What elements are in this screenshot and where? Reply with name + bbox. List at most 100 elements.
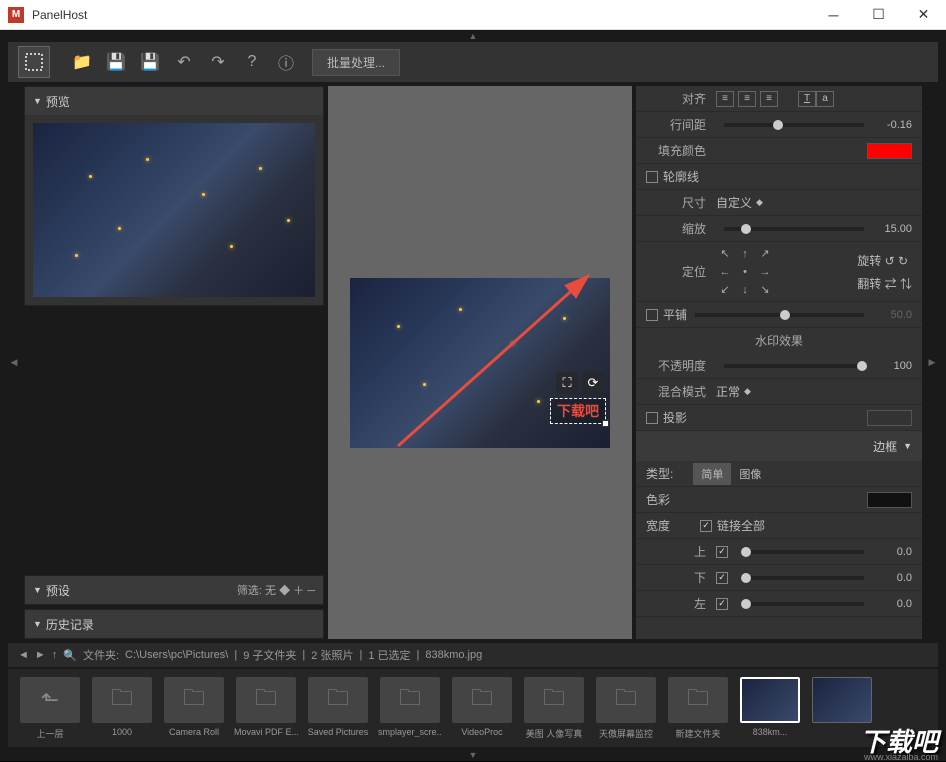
pos-sw[interactable]: ↙	[716, 282, 734, 298]
save-as-icon[interactable]: 💾	[134, 46, 166, 78]
size-row: 尺寸 自定义◆	[636, 190, 922, 216]
open-folder-icon[interactable]: 📁	[66, 46, 98, 78]
tile-value: 50.0	[872, 309, 912, 321]
opacity-value: 100	[872, 360, 912, 372]
opacity-label: 不透明度	[646, 357, 706, 374]
blend-value[interactable]: 正常	[716, 383, 740, 400]
info-icon[interactable]: ⓘ	[270, 46, 302, 78]
rotate-ccw-icon[interactable]: ↺	[885, 254, 895, 268]
pos-nw[interactable]: ↖	[716, 246, 734, 262]
pos-e[interactable]: →	[756, 264, 774, 280]
pos-ne[interactable]: ↗	[756, 246, 774, 262]
thumb-item[interactable]: ⬑上一层	[16, 673, 84, 743]
rotate-label: 旋转	[857, 254, 881, 268]
pos-n[interactable]: ↑	[736, 246, 754, 262]
thumb-item[interactable]: 🗀美图 人像写真	[520, 673, 588, 743]
border-top-checkbox[interactable]: ✓	[716, 546, 728, 558]
align-right-button[interactable]: ≡	[760, 91, 778, 107]
caret-down-icon: ▼	[33, 96, 42, 106]
thumb-item[interactable]: 🗀Saved Pictures	[304, 673, 372, 743]
collapse-left-icon[interactable]: ◀	[8, 86, 20, 639]
flip-h-icon[interactable]: ⇄	[885, 277, 897, 291]
minimize-button[interactable]: ─	[811, 0, 856, 29]
nav-up-icon[interactable]: ↑	[52, 649, 58, 661]
close-button[interactable]: ✕	[901, 0, 946, 29]
type-image-tab[interactable]: 图像	[731, 463, 769, 485]
search-icon[interactable]: 🔍	[63, 649, 77, 662]
preset-header[interactable]: ▼ 预设 筛选: 无 ◆ ＋ ─	[25, 576, 323, 604]
border-left-label: 左	[646, 595, 706, 612]
undo-icon[interactable]: ↶	[168, 46, 200, 78]
border-left-checkbox[interactable]: ✓	[716, 598, 728, 610]
scale-slider[interactable]	[724, 227, 864, 231]
border-top-slider[interactable]	[741, 550, 864, 554]
border-bottom-row: 下 ✓ 0.0	[636, 565, 922, 591]
thumb-item[interactable]: 🗀天傲屏幕监控	[592, 673, 660, 743]
fillcolor-swatch[interactable]	[867, 143, 912, 159]
border-top-row: 上 ✓ 0.0	[636, 539, 922, 565]
text-style-button[interactable]: a	[816, 91, 834, 107]
save-icon[interactable]: 💾	[100, 46, 132, 78]
linespacing-label: 行间距	[646, 116, 706, 133]
history-header[interactable]: ▼ 历史记录	[25, 610, 323, 638]
shadow-checkbox[interactable]	[646, 412, 658, 424]
position-row: 定位 ↖↑↗ ←•→ ↙↓↘ 旋转 ↺ ↻ 翻转 ⇄ ⇅	[636, 242, 922, 302]
statusbar: ◄ ► ↑ 🔍 文件夹: C:\Users\pc\Pictures\ |9 子文…	[8, 643, 938, 667]
redo-icon[interactable]: ↷	[202, 46, 234, 78]
outline-checkbox[interactable]	[646, 171, 658, 183]
border-header[interactable]: 边框 ▼	[636, 431, 922, 461]
thumb-item[interactable]: 🗀Movavi PDF E...	[232, 673, 300, 743]
nav-fwd-icon[interactable]: ►	[35, 649, 46, 661]
shadow-swatch[interactable]	[867, 410, 912, 426]
pos-se[interactable]: ↘	[756, 282, 774, 298]
border-bottom-slider[interactable]	[741, 576, 864, 580]
flip-v-icon[interactable]: ⇅	[900, 277, 912, 291]
logo-button[interactable]	[18, 46, 50, 78]
filter-label: 筛选: 无 ◆ ＋ ─	[237, 582, 315, 598]
opacity-slider[interactable]	[724, 364, 864, 368]
photo-count: 2 张照片	[311, 647, 353, 663]
pos-c[interactable]: •	[736, 264, 754, 280]
position-grid: ↖↑↗ ←•→ ↙↓↘	[716, 246, 774, 298]
tile-label: 平铺	[663, 306, 687, 323]
scale-value: 15.00	[872, 223, 912, 235]
thumb-item[interactable]: 🗀1000	[88, 673, 156, 743]
text-transform-button[interactable]: T	[798, 91, 816, 107]
rotate-cw-icon[interactable]: ↻	[898, 254, 908, 268]
thumb-item[interactable]: 🗀VideoProc	[448, 673, 516, 743]
nav-back-icon[interactable]: ◄	[18, 649, 29, 661]
scale-row: 缩放 15.00	[636, 216, 922, 242]
pos-s[interactable]: ↓	[736, 282, 754, 298]
bordercolor-swatch[interactable]	[867, 492, 912, 508]
help-icon[interactable]: ?	[236, 46, 268, 78]
thumb-item[interactable]: 838km...	[736, 673, 804, 743]
maximize-button[interactable]: ☐	[856, 0, 901, 29]
tile-slider[interactable]	[695, 313, 864, 317]
preset-label: 预设	[46, 582, 70, 599]
app-icon: M	[8, 7, 24, 23]
canvas-area[interactable]: ⛶ ⟳ 下载吧	[328, 86, 632, 639]
pos-w[interactable]: ←	[716, 264, 734, 280]
border-left-slider[interactable]	[741, 602, 864, 606]
thumb-item[interactable]: 🗀新建文件夹	[664, 673, 732, 743]
size-value[interactable]: 自定义	[716, 194, 752, 211]
linkall-label: 链接全部	[717, 517, 765, 534]
collapse-bottom-icon[interactable]: ▼	[0, 749, 946, 761]
type-simple-tab[interactable]: 简单	[693, 463, 731, 485]
tile-checkbox[interactable]	[646, 309, 658, 321]
preview-header[interactable]: ▼ 预览	[25, 87, 323, 115]
align-center-button[interactable]: ≡	[738, 91, 756, 107]
linespacing-slider[interactable]	[724, 123, 864, 127]
linkall-checkbox[interactable]: ✓	[700, 520, 712, 532]
preview-label: 预览	[46, 93, 70, 110]
batch-process-button[interactable]: 批量处理...	[312, 49, 400, 76]
thumb-item[interactable]: 🗀Camera Roll	[160, 673, 228, 743]
preview-image[interactable]	[33, 123, 315, 297]
collapse-top-icon[interactable]: ▲	[0, 30, 946, 42]
collapse-right-icon[interactable]: ▶	[926, 86, 938, 639]
thumb-item[interactable]: 🗀smplayer_scre...	[376, 673, 444, 743]
border-bottom-checkbox[interactable]: ✓	[716, 572, 728, 584]
main-toolbar: 📁 💾 💾 ↶ ↷ ? ⓘ 批量处理...	[8, 42, 938, 82]
position-label: 定位	[646, 263, 706, 280]
align-left-button[interactable]: ≡	[716, 91, 734, 107]
